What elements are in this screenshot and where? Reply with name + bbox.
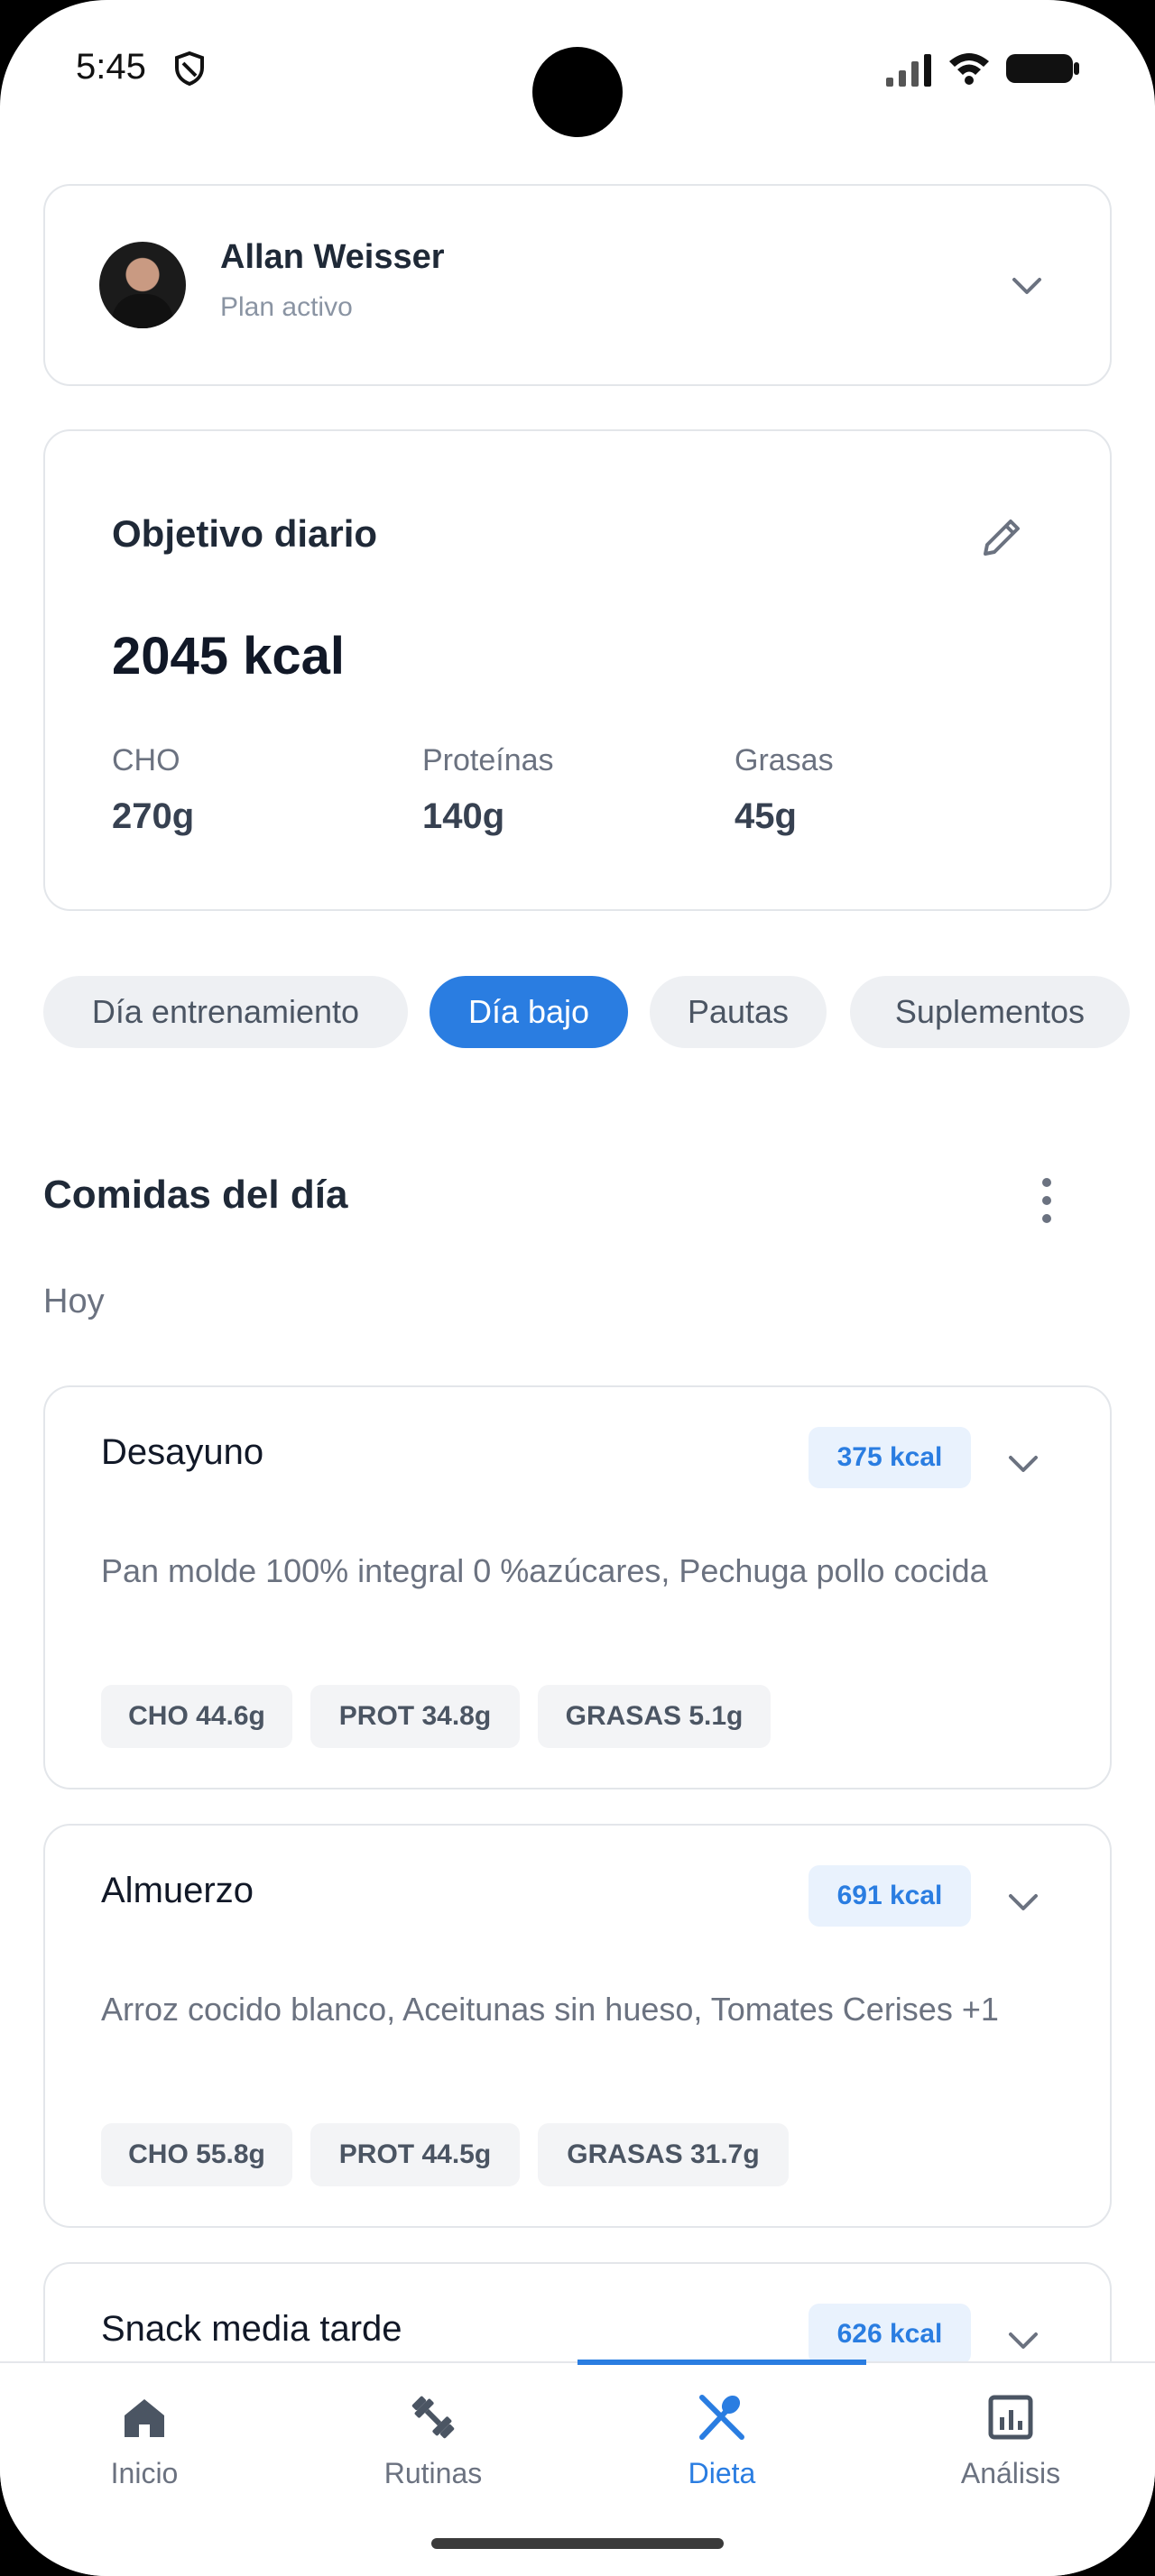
macro-fat: Grasas 45g xyxy=(735,743,834,837)
macro-chip: PROT 44.5g xyxy=(310,2123,520,2186)
day-label: Hoy xyxy=(43,1283,105,1320)
macro-chip: CHO 44.6g xyxy=(101,1685,292,1748)
front-camera xyxy=(532,47,623,137)
meal-kcal-badge: 375 kcal xyxy=(808,1427,971,1488)
nav-label: Inicio xyxy=(110,2457,179,2489)
goal-kcal: 2045 kcal xyxy=(112,627,346,685)
macro-value: 270g xyxy=(112,796,195,836)
utensils-icon xyxy=(699,2395,744,2440)
macro-chip: CHO 55.8g xyxy=(101,2123,292,2186)
profile-subtitle: Plan activo xyxy=(220,292,353,322)
active-tab-indicator xyxy=(578,2360,866,2365)
nav-inicio[interactable]: Inicio xyxy=(54,2390,235,2490)
tab-pautas[interactable]: Pautas xyxy=(650,976,827,1048)
shield-icon xyxy=(175,51,204,87)
macro-value: 45g xyxy=(735,796,797,836)
macro-label: CHO xyxy=(112,743,180,777)
macro-cho: CHO 270g xyxy=(112,743,194,837)
chart-icon xyxy=(988,2395,1033,2440)
meal-card-desayuno[interactable]: Desayuno 375 kcal Pan molde 100% integra… xyxy=(43,1385,1112,1789)
macro-chip: PROT 34.8g xyxy=(310,1685,520,1748)
nav-label: Dieta xyxy=(688,2457,756,2489)
nav-dieta[interactable]: Dieta xyxy=(632,2390,812,2490)
avatar xyxy=(99,242,186,328)
app-screen: 5:45 Allan Weisser Plan activo Objetivo … xyxy=(0,0,1155,2576)
meal-card-almuerzo[interactable]: Almuerzo 691 kcal Arroz cocido blanco, A… xyxy=(43,1824,1112,2228)
meal-name: Almuerzo xyxy=(101,1871,254,1910)
wifi-icon xyxy=(949,53,989,85)
macro-chip: GRASAS 31.7g xyxy=(538,2123,789,2186)
profile-name: Allan Weisser xyxy=(220,238,445,276)
battery-icon xyxy=(1006,54,1079,83)
daily-goal-card: Objetivo diario 2045 kcal CHO 270g Prote… xyxy=(43,429,1112,911)
meal-description: Arroz cocido blanco, Aceitunas sin hueso… xyxy=(101,1991,999,2028)
chevron-down-icon[interactable] xyxy=(1007,2331,1040,2351)
diet-tabs: Día entrenamiento Día bajo Pautas Suplem… xyxy=(43,976,1155,1048)
home-icon xyxy=(125,2399,164,2437)
nav-analisis[interactable]: Análisis xyxy=(920,2390,1101,2490)
tab-suplementos[interactable]: Suplementos xyxy=(850,976,1130,1048)
signal-icon xyxy=(886,54,931,87)
status-bar: 5:45 xyxy=(0,0,1155,144)
profile-selector[interactable]: Allan Weisser Plan activo xyxy=(43,184,1112,386)
meal-kcal-badge: 691 kcal xyxy=(808,1865,971,1927)
dumbbell-icon xyxy=(411,2396,455,2439)
macro-label: Grasas xyxy=(735,743,834,777)
macro-protein: Proteínas 140g xyxy=(422,743,554,837)
nav-rutinas[interactable]: Rutinas xyxy=(343,2390,523,2490)
meal-kcal-badge: 626 kcal xyxy=(808,2304,971,2365)
tab-dia-entrenamiento[interactable]: Día entrenamiento xyxy=(43,976,408,1048)
nav-label: Rutinas xyxy=(383,2457,483,2489)
more-options-icon[interactable] xyxy=(1040,1178,1054,1223)
chevron-down-icon[interactable] xyxy=(1007,1892,1040,1912)
home-indicator[interactable] xyxy=(431,2538,724,2549)
chevron-down-icon[interactable] xyxy=(1007,1454,1040,1474)
goal-title: Objetivo diario xyxy=(112,512,378,555)
meal-name: Desayuno xyxy=(101,1432,264,1472)
macro-label: Proteínas xyxy=(422,743,554,777)
meal-name: Snack media tarde xyxy=(101,2309,402,2349)
macro-value: 140g xyxy=(422,796,505,836)
chevron-down-icon[interactable] xyxy=(1011,276,1043,296)
status-time: 5:45 xyxy=(76,47,146,87)
edit-icon[interactable] xyxy=(980,514,1025,559)
tab-dia-bajo[interactable]: Día bajo xyxy=(430,976,628,1048)
macro-chip: GRASAS 5.1g xyxy=(538,1685,771,1748)
nav-label: Análisis xyxy=(960,2457,1061,2489)
meal-description: Pan molde 100% integral 0 %azúcares, Pec… xyxy=(101,1552,988,1589)
section-title: Comidas del día xyxy=(43,1173,348,1217)
